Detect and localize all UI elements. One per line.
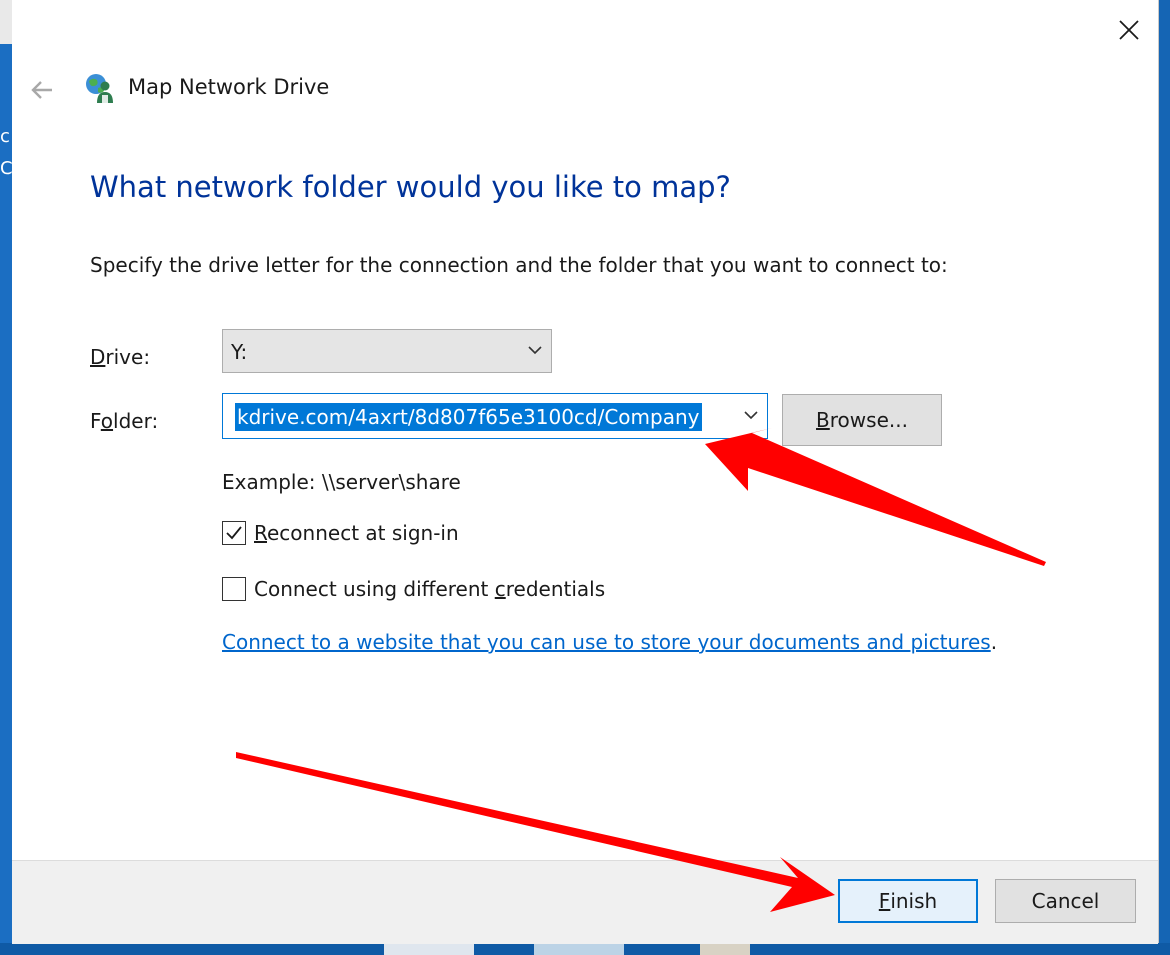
close-button[interactable] [1106,8,1152,52]
drive-label: Drive: [90,345,150,369]
website-link-row: Connect to a website that you can use to… [222,630,997,654]
credentials-text-rest: redentials [505,577,606,601]
folder-path-value[interactable]: kdrive.com/4axrt/8d807f65e3100cd/Company [235,403,702,431]
credentials-label: Connect using different credentials [254,577,605,601]
folder-label-text: lder: [113,409,159,433]
page-heading: What network folder would you like to ma… [90,170,731,204]
checkmark-icon [226,526,242,540]
drive-letter-value: Y: [231,340,248,364]
folder-path-combobox[interactable]: kdrive.com/4axrt/8d807f65e3100cd/Company [222,393,768,439]
taskbar-thumbnail [534,943,624,955]
chevron-down-icon[interactable] [743,407,759,423]
back-button[interactable] [26,74,58,106]
network-drive-icon [86,74,113,103]
cancel-button[interactable]: Cancel [995,879,1136,923]
example-text: Example: \\server\share [222,470,461,494]
back-arrow-icon [31,81,52,99]
dialog-footer [12,860,1158,944]
reconnect-text: econnect at sign-in [267,521,459,545]
credentials-checkbox[interactable] [222,577,246,601]
drive-label-text: rive: [105,345,151,369]
browse-button[interactable]: Browse... [782,394,942,446]
instruction-text: Specify the drive letter for the connect… [90,253,948,277]
connect-website-link[interactable]: Connect to a website that you can use to… [222,630,991,654]
chevron-down-icon [528,346,542,355]
browse-accesskey: B [816,408,830,432]
reconnect-accesskey: R [254,521,267,545]
finish-label: inish [890,889,938,913]
link-suffix: . [990,630,998,654]
finish-button[interactable]: Finish [838,879,978,923]
finish-accesskey: F [878,889,891,913]
taskbar-thumbnail [384,943,474,955]
folder-label-accesskey: o [100,409,114,433]
drive-label-accesskey: D [90,345,106,369]
drive-letter-select[interactable]: Y: [222,329,552,373]
credentials-accesskey: c [494,577,506,601]
folder-label: Folder: [90,409,158,433]
credentials-text-pre: Connect using different [254,577,495,601]
desktop-text-fragment: c [0,126,10,147]
folder-label-first: F [90,409,101,433]
close-icon [1119,20,1139,40]
reconnect-checkbox[interactable] [222,521,246,545]
browse-label: rowse... [829,408,908,432]
reconnect-label: Reconnect at sign-in [254,521,459,545]
desktop-window-edge [0,0,12,44]
map-network-drive-dialog: Map Network Drive What network folder wo… [12,0,1159,944]
credentials-option[interactable]: Connect using different credentials [222,577,605,601]
reconnect-option[interactable]: Reconnect at sign-in [222,521,459,545]
taskbar-thumbnail [700,943,750,955]
dialog-title: Map Network Drive [128,75,330,99]
desktop-text-fragment: C [0,158,12,179]
